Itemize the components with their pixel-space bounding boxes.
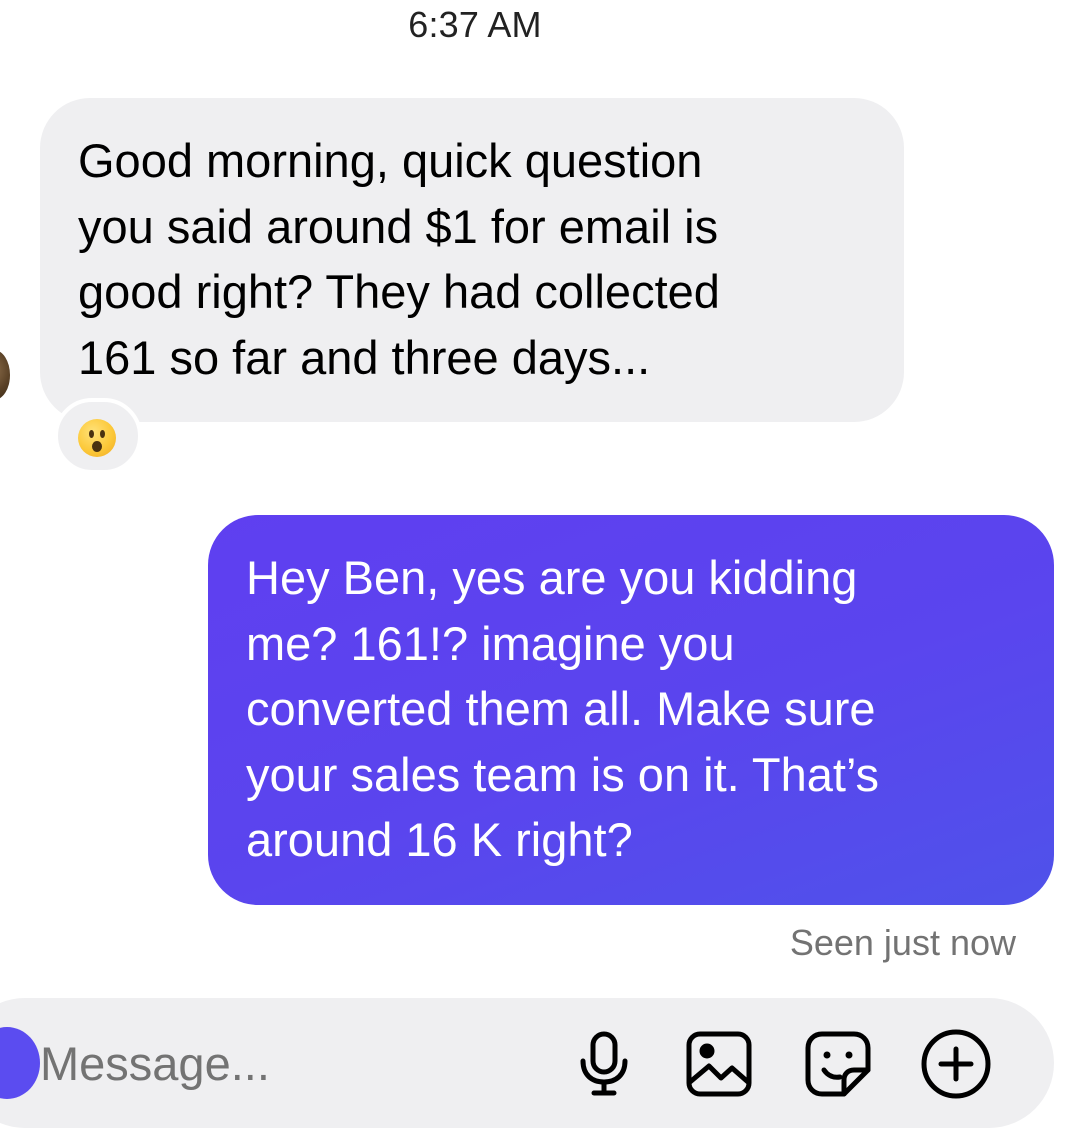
chat-screen: 6:37 AM Good morning, quick question you… [0, 0, 1078, 1134]
outgoing-message-text: Hey Ben, yes are you kidding me? 161!? i… [246, 551, 880, 866]
message-timestamp: 6:37 AM [408, 4, 542, 45]
sender-avatar[interactable] [0, 350, 10, 400]
microphone-icon[interactable] [568, 1028, 640, 1100]
sticker-icon[interactable] [802, 1028, 874, 1100]
astonished-face-icon [78, 419, 116, 457]
outgoing-message-bubble[interactable]: Hey Ben, yes are you kidding me? 161!? i… [208, 515, 1054, 905]
incoming-message-bubble[interactable]: Good morning, quick question you said ar… [40, 98, 904, 422]
plus-circle-icon[interactable] [920, 1028, 992, 1100]
message-reaction[interactable] [54, 398, 142, 474]
image-icon[interactable] [683, 1028, 755, 1100]
message-input[interactable] [40, 1032, 540, 1094]
incoming-message-text: Good morning, quick question you said ar… [78, 134, 720, 384]
seen-status: Seen just now [789, 922, 1016, 963]
